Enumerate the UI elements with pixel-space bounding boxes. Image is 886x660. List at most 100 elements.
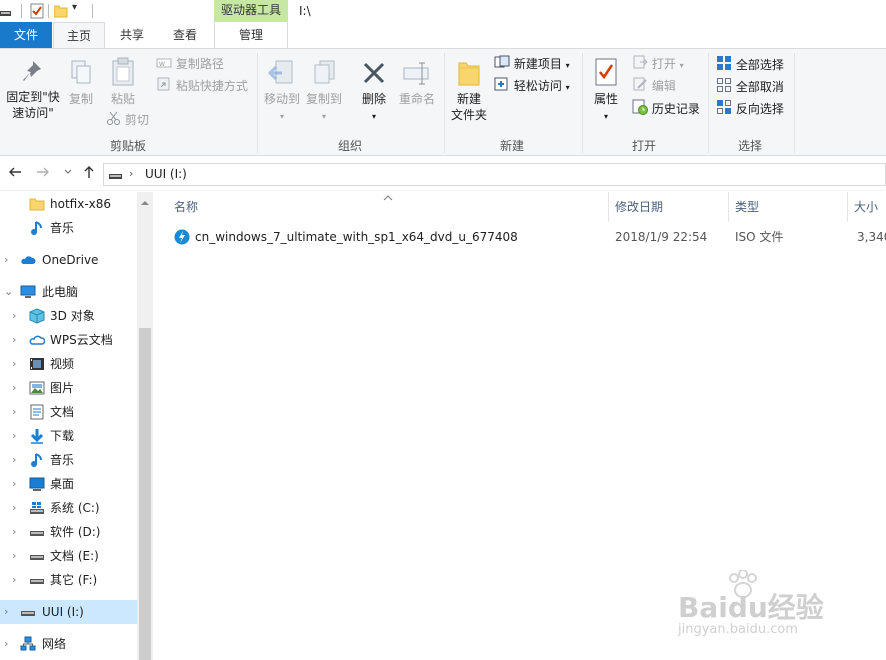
nav-item-label: 此电脑 <box>42 285 79 299</box>
column-header-name[interactable]: 名称 <box>174 192 604 222</box>
chevron-right-icon[interactable]: › <box>12 496 16 520</box>
file-size: 3,340 <box>857 230 886 244</box>
up-arrow-icon[interactable] <box>82 165 96 182</box>
nav-item-1[interactable]: 音乐 <box>0 216 137 240</box>
tab-share[interactable]: 共享 <box>106 22 158 48</box>
chevron-right-icon[interactable]: › <box>12 376 16 400</box>
file-modified: 2018/1/9 22:54 <box>615 230 708 244</box>
back-arrow-icon[interactable] <box>8 165 22 182</box>
new-folder-button[interactable]: 新建 文件夹 <box>448 59 490 123</box>
tab-view[interactable]: 查看 <box>159 22 211 48</box>
invert-selection-label: 反向选择 <box>735 102 784 116</box>
network-icon <box>20 636 36 652</box>
scroll-up-arrow-icon[interactable] <box>140 196 150 210</box>
chevron-right-icon[interactable]: › <box>12 472 16 496</box>
nav-item-11[interactable]: › 桌面 <box>0 472 137 496</box>
chevron-right-icon[interactable]: › <box>4 248 8 272</box>
properties-quick-icon[interactable] <box>30 3 44 22</box>
customize-quick-access-icon[interactable]: ▾ <box>72 2 77 13</box>
cube-icon <box>29 308 45 324</box>
chevron-right-icon[interactable]: › <box>12 352 16 376</box>
chevron-right-icon[interactable]: › <box>12 304 16 328</box>
nav-item-3[interactable]: ⌄ 此电脑 <box>0 280 137 304</box>
select-all-button[interactable]: 全部选择 <box>716 55 784 76</box>
paste-button[interactable]: 粘贴 <box>104 57 142 107</box>
new-item-button[interactable]: 新建项目 ▾ <box>494 55 570 75</box>
nav-item-16[interactable]: › UUI (I:) <box>0 600 137 624</box>
nav-item-5[interactable]: › WPS云文档 <box>0 328 137 352</box>
new-item-dropdown-icon: ▾ <box>565 61 570 70</box>
nav-item-0[interactable]: hotfix-x86 <box>0 192 137 216</box>
invert-selection-button[interactable]: 反向选择 <box>716 99 784 120</box>
column-header-type[interactable]: 类型 <box>735 192 845 222</box>
tab-manage[interactable]: 管理 <box>214 22 288 48</box>
nav-item-label: OneDrive <box>42 253 99 267</box>
chevron-right-icon[interactable]: › <box>12 424 16 448</box>
nav-item-15[interactable]: › 其它 (F:) <box>0 568 137 592</box>
address-box[interactable]: › UUI (I:) <box>103 163 886 186</box>
delete-button[interactable]: 删除 ▾ <box>356 59 392 125</box>
watermark-text: Baidu经验 <box>678 591 824 624</box>
cut-button[interactable]: 剪切 <box>107 111 149 130</box>
chevron-right-icon[interactable]: › <box>12 520 16 544</box>
copy-to-label: 复制到 <box>305 92 342 106</box>
cloud-icon <box>20 252 36 268</box>
nav-item-4[interactable]: › 3D 对象 <box>0 304 137 328</box>
column-header-modified[interactable]: 修改日期 <box>615 192 725 222</box>
chevron-right-icon[interactable]: › <box>12 544 16 568</box>
move-to-label: 移动到 <box>263 92 300 106</box>
chevron-right-icon[interactable]: › <box>12 568 16 592</box>
new-folder-label-line2: 文件夹 <box>450 108 487 122</box>
nav-scrollbar-thumb[interactable] <box>139 328 151 660</box>
drive-icon <box>108 169 124 184</box>
select-none-button[interactable]: 全部取消 <box>716 77 784 98</box>
nav-item-6[interactable]: › 视频 <box>0 352 137 376</box>
nav-item-7[interactable]: › 图片 <box>0 376 137 400</box>
chevron-right-icon[interactable]: › <box>12 448 16 472</box>
open-button[interactable]: 打开 ▾ <box>632 55 684 75</box>
easy-access-button[interactable]: 轻松访问 ▾ <box>494 77 570 97</box>
nav-item-label: 视频 <box>50 357 75 371</box>
nav-item-10[interactable]: › 音乐 <box>0 448 137 472</box>
properties-icon <box>594 57 618 91</box>
pin-to-quick-access-button[interactable]: 固定到"快 速访问" <box>2 59 64 121</box>
nav-item-label: WPS云文档 <box>50 333 113 347</box>
nav-item-12[interactable]: › 系统 (C:) <box>0 496 137 520</box>
file-name[interactable]: cn_windows_7_ultimate_with_sp1_x64_dvd_u… <box>195 226 518 248</box>
chevron-down-icon[interactable]: ⌄ <box>4 280 13 304</box>
chevron-right-icon[interactable]: › <box>12 400 16 424</box>
properties-button[interactable]: 属性 ▾ <box>588 57 624 125</box>
breadcrumb-chevron-icon[interactable]: › <box>129 167 133 180</box>
copy-path-button[interactable]: W 复制路径 <box>156 55 224 74</box>
tab-home[interactable]: 主页 <box>53 22 105 48</box>
nav-item-9[interactable]: › 下载 <box>0 424 137 448</box>
nav-item-2[interactable]: › OneDrive <box>0 248 137 272</box>
breadcrumb-location[interactable]: UUI (I:) <box>145 167 187 181</box>
nav-item-8[interactable]: › 文档 <box>0 400 137 424</box>
tab-file[interactable]: 文件 <box>0 22 52 48</box>
copy-to-button[interactable]: 复制到 ▾ <box>304 59 344 125</box>
move-to-button[interactable]: 移动到 ▾ <box>262 59 302 125</box>
windows-drive-icon <box>29 500 45 516</box>
forward-arrow-icon[interactable] <box>36 165 50 182</box>
select-none-label: 全部取消 <box>735 80 784 94</box>
edit-button[interactable]: 编辑 <box>632 77 676 96</box>
chevron-right-icon[interactable]: › <box>4 600 8 624</box>
rename-button[interactable]: 重命名 <box>396 59 438 107</box>
chevron-right-icon[interactable]: › <box>4 632 8 656</box>
nav-item-17[interactable]: › 网络 <box>0 632 137 656</box>
pin-label-line2: 速访问" <box>12 106 54 120</box>
column-header-size[interactable]: 大小 <box>854 192 886 222</box>
new-folder-quick-icon[interactable] <box>53 4 68 21</box>
nav-item-13[interactable]: › 软件 (D:) <box>0 520 137 544</box>
copy-icon <box>69 59 93 91</box>
select-none-icon <box>716 77 732 98</box>
nav-item-14[interactable]: › 文档 (E:) <box>0 544 137 568</box>
file-type: ISO 文件 <box>735 230 784 244</box>
chevron-right-icon[interactable]: › <box>12 328 16 352</box>
paste-shortcut-button[interactable]: 粘贴快捷方式 <box>156 77 248 96</box>
new-group-label: 新建 <box>499 139 524 153</box>
recent-locations-chevron-icon[interactable] <box>63 166 73 180</box>
copy-button[interactable]: 复制 <box>64 59 98 107</box>
history-button[interactable]: 历史记录 <box>632 99 700 120</box>
